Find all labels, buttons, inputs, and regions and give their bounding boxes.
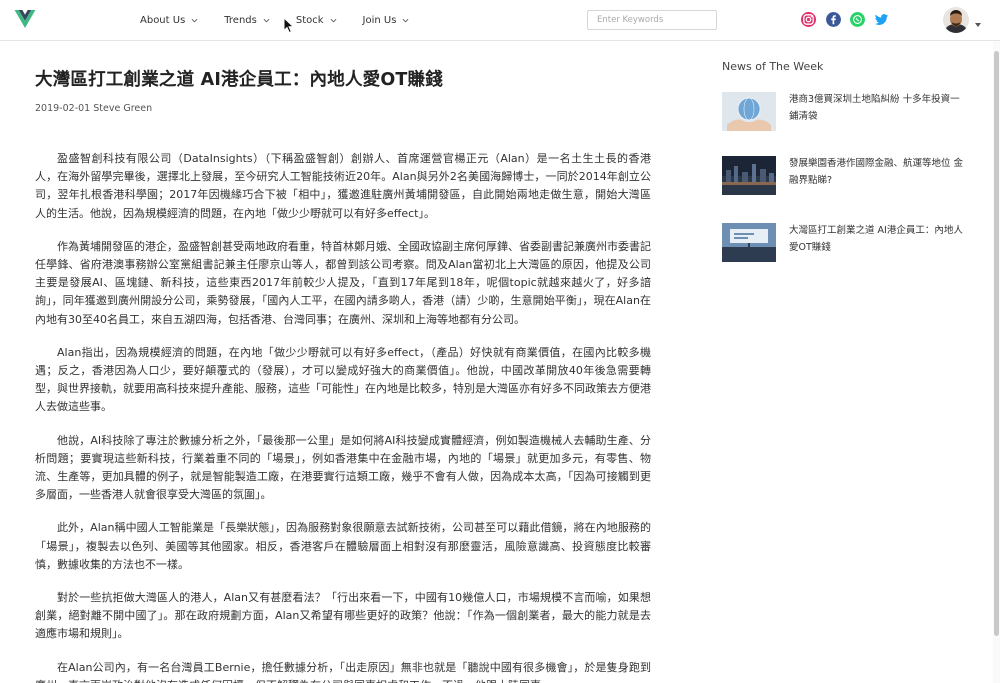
article-title: 大灣區打工創業之道 AI港企員工：內地人愛OT賺錢 [35, 70, 443, 90]
nav-join-us[interactable]: Join Us [363, 15, 410, 26]
globe-hands-icon [722, 92, 776, 131]
city-night-thumbnail[interactable] [722, 156, 776, 195]
article-author: Steve Green [93, 103, 153, 114]
chevron-down-icon [330, 18, 336, 23]
nav-trends[interactable]: Trends [224, 15, 270, 26]
billboard-icon [722, 223, 776, 262]
vue-logo-icon[interactable] [14, 10, 36, 28]
news-item[interactable]: 發展樂園香港作國際金融、航運等地位 金融界點睇? [722, 156, 967, 195]
city-night-icon [722, 156, 776, 195]
user-avatar[interactable] [943, 7, 969, 33]
article-date: 2019-02-01 [35, 103, 91, 114]
mouse-cursor-icon [283, 17, 295, 34]
news-item-title[interactable]: 港商3億買深圳土地陷糾紛 十多年投資一鋪清袋 [789, 92, 967, 131]
nav-stock[interactable]: Stock [296, 15, 337, 26]
nav-join-us-label: Join Us [362, 15, 397, 26]
chevron-down-icon [403, 18, 409, 23]
news-item[interactable]: 港商3億買深圳土地陷糾紛 十多年投資一鋪清袋 [722, 92, 967, 131]
article-paragraph: 盈盛智創科技有限公司（DataInsights）（下稱盈盛智創）創辦人、首席運營… [35, 152, 651, 220]
billboard-thumbnail[interactable] [722, 223, 776, 262]
nav-trends-label: Trends [224, 15, 257, 26]
nav-stock-label: Stock [295, 15, 324, 26]
whatsapp-icon[interactable] [850, 12, 865, 27]
top-header: About Us Trends Stock Join Us [0, 0, 1000, 41]
article-paragraph: Alan指出，因為規模經濟的問題，在內地「做少少嘢就可以有好多effect，（產… [35, 345, 651, 414]
chevron-down-icon [191, 18, 198, 23]
sidebar-heading: News of The Week [722, 60, 824, 73]
chevron-down-icon [263, 18, 270, 23]
nav-about-us[interactable]: About Us [140, 15, 198, 26]
facebook-icon[interactable] [826, 12, 841, 27]
twitter-icon[interactable] [874, 12, 889, 27]
scrollbar-thumb[interactable] [994, 51, 999, 636]
article-paragraph: 此外，Alan稱中國人工智能業是「長樂狀態」，因為服務對象很願意去試新技術，公司… [35, 521, 651, 571]
article-paragraph: 作為黃埔開發區的港企，盈盛智創甚受兩地政府看重，特首林鄭月娥、全國政協副主席何厚… [35, 239, 651, 326]
nav-about-us-label: About Us [140, 15, 186, 26]
news-item-title[interactable]: 發展樂園香港作國際金融、航運等地位 金融界點睇? [789, 156, 967, 195]
news-sidebar: News of The Week 港商3億買深圳土地陷糾紛 十多年投資一鋪清袋 [722, 60, 972, 262]
article-paragraph: 他說，AI科技除了專注於數據分析之外，「最後那一公里」是如何將AI科技變成實體經… [35, 433, 651, 502]
search-input[interactable] [587, 10, 717, 30]
caret-down-icon[interactable] [975, 23, 981, 27]
instagram-icon[interactable] [801, 12, 816, 27]
globe-hands-thumbnail[interactable] [722, 92, 776, 131]
news-item[interactable]: 大灣區打工創業之道 AI港企員工：內地人愛OT賺錢 [722, 223, 967, 262]
avatar-photo-icon [943, 7, 969, 33]
article-meta: 2019-02-01 Steve Green [35, 103, 651, 114]
page-scrollbar[interactable] [993, 41, 1000, 683]
article: 大灣區打工創業之道 AI港企員工：內地人愛OT賺錢 2019-02-01 Ste… [35, 67, 651, 683]
article-body: 盈盛智創科技有限公司（DataInsights）（下稱盈盛智創）創辦人、首席運營… [35, 150, 651, 683]
article-paragraph: 對於一些抗拒做大灣區人的港人，Alan又有甚麼看法？「行出來看一下，中國有10幾… [35, 591, 651, 641]
article-paragraph: 在Alan公司內，有一名台灣員工Bernie，擔任數據分析，「出走原因」無非也就… [35, 660, 651, 683]
news-item-title[interactable]: 大灣區打工創業之道 AI港企員工：內地人愛OT賺錢 [789, 223, 967, 262]
